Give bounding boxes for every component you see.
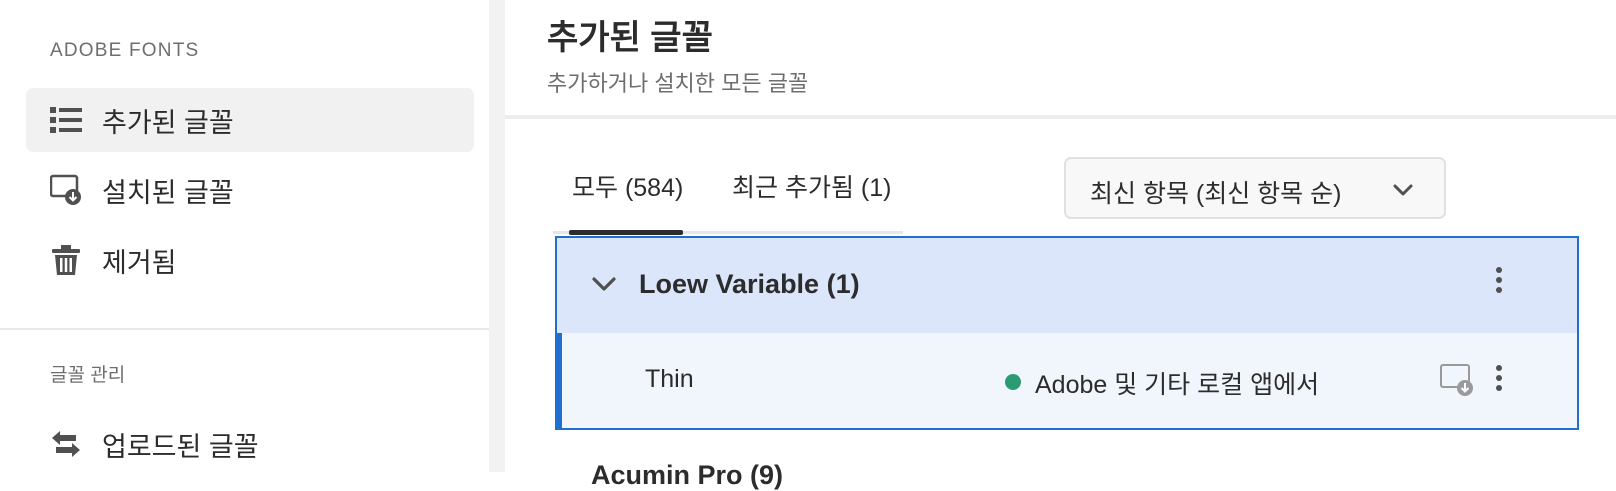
sidebar-item-label: 추가된 글꼴 <box>102 107 234 138</box>
font-family-header[interactable]: Loew Variable (1) <box>557 238 1577 333</box>
tab-recently-added[interactable]: 최근 추가됨 (1) <box>732 168 891 204</box>
sidebar-section-manage-fonts: 글꼴 관리 <box>50 365 126 386</box>
font-style-row[interactable]: Thin Adobe 및 기타 로컬 앱에서 <box>557 333 1577 428</box>
tab-active-indicator <box>569 230 683 235</box>
sidebar-section-adobe-fonts: ADOBE FONTS <box>50 40 200 61</box>
font-family-name: Loew Variable (1) <box>639 269 860 299</box>
sidebar-item-uploaded-fonts[interactable]: 업로드된 글꼴 <box>26 412 474 476</box>
trash-icon <box>52 245 80 275</box>
sidebar: ADOBE FONTS 추가된 글꼴 설치된 글꼴 제거됨 글꼴 관리 업로드된… <box>0 0 489 472</box>
selection-accent-bar <box>557 333 562 428</box>
sidebar-divider <box>0 328 489 330</box>
sidebar-item-removed[interactable]: 제거됨 <box>26 228 474 292</box>
installed-monitor-icon <box>50 174 81 205</box>
font-family-name[interactable]: Acumin Pro (9) <box>591 460 783 491</box>
collapse-chevron-icon[interactable] <box>591 274 617 296</box>
sidebar-item-label: 설치된 글꼴 <box>102 177 234 208</box>
font-family-group: Loew Variable (1) Thin Adobe 및 기타 로컬 앱에서 <box>555 236 1579 430</box>
family-more-options-icon[interactable] <box>1494 267 1504 297</box>
list-icon <box>50 107 82 133</box>
page-title: 추가된 글꼴 <box>547 19 713 57</box>
panel-divider <box>489 0 505 472</box>
page-subtitle: 추가하거나 설치한 모든 글꼴 <box>547 71 809 96</box>
header-divider <box>505 115 1616 119</box>
font-status-text: Adobe 및 기타 로컬 앱에서 <box>1035 371 1320 399</box>
install-font-icon[interactable] <box>1440 363 1474 397</box>
sort-dropdown[interactable]: 최신 항목 (최신 항목 순) <box>1064 157 1446 219</box>
main-content: 추가된 글꼴 추가하거나 설치한 모든 글꼴 모두 (584) 최근 추가됨 (… <box>505 0 1616 490</box>
sidebar-item-label: 업로드된 글꼴 <box>102 431 259 462</box>
sidebar-item-label: 제거됨 <box>102 247 177 278</box>
transfer-arrows-icon <box>52 431 80 457</box>
sidebar-item-installed-fonts[interactable]: 설치된 글꼴 <box>26 158 474 222</box>
active-status-dot-icon <box>1005 374 1021 390</box>
tab-all[interactable]: 모두 (584) <box>572 168 683 204</box>
sidebar-item-added-fonts[interactable]: 추가된 글꼴 <box>26 88 474 152</box>
style-more-options-icon[interactable] <box>1494 365 1504 395</box>
font-style-name: Thin <box>645 365 694 393</box>
chevron-down-icon <box>1393 184 1413 196</box>
sort-selected-value: 최신 항목 (최신 항목 순) <box>1090 180 1342 208</box>
